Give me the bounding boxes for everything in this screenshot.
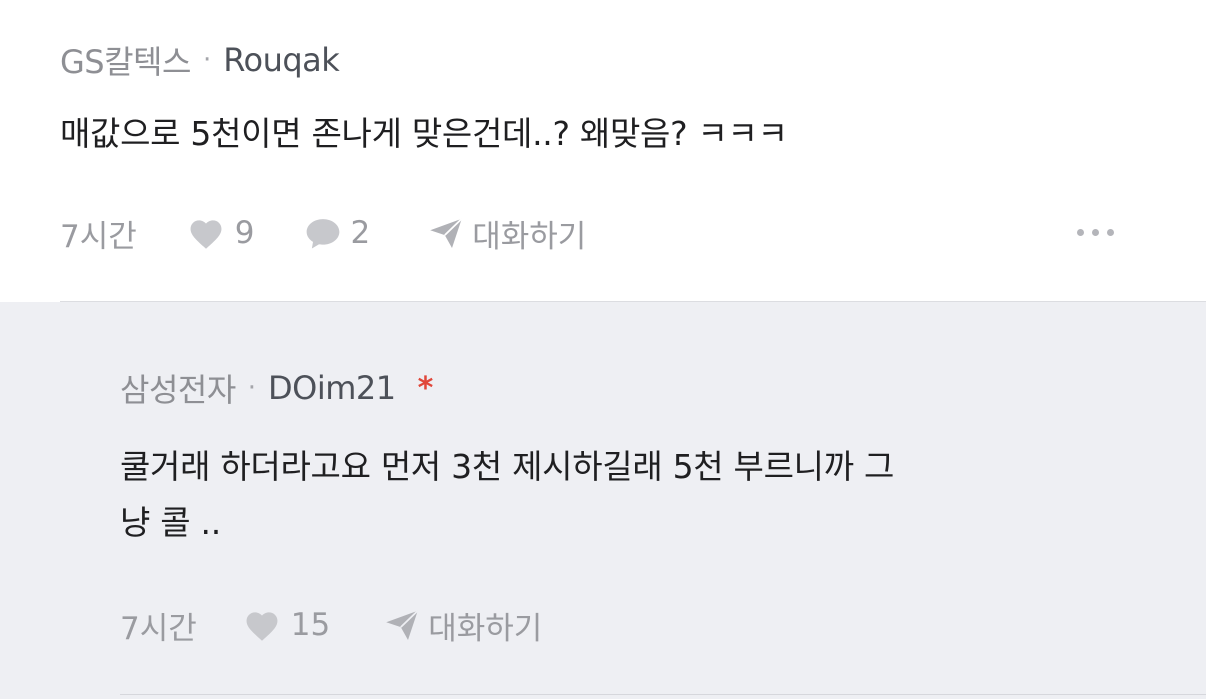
more-dot [1092, 229, 1099, 236]
comment-actions: 7시간 9 2 대화하기 [60, 208, 586, 258]
reply-count: 2 [350, 215, 371, 251]
author-badge: * [417, 370, 434, 406]
author-company[interactable]: GS칼텍스 [60, 37, 191, 83]
chat-button[interactable]: 대화하기 [428, 211, 586, 256]
chat-label: 대화하기 [472, 218, 587, 255]
paper-plane-icon [430, 218, 463, 248]
like-button[interactable]: 15 [243, 607, 330, 643]
author-nickname[interactable]: Rouqak [223, 41, 340, 79]
reply-text-line: 냥 콜 .. [120, 503, 221, 542]
chat-label: 대화하기 [428, 610, 543, 647]
reply-button[interactable]: 2 [303, 215, 371, 251]
more-dot [1107, 229, 1114, 236]
author-company[interactable]: 삼성전자 [120, 365, 236, 411]
author-nickname[interactable]: DOim21 [268, 369, 396, 407]
comment-card: GS칼텍스 · Rouqak 매값으로 5천이면 존나게 맞은건데..? 왜맞음… [0, 0, 1206, 301]
reply-text-line: 쿨거래 하더라고요 먼저 3천 제시하길래 5천 부르니까 그 [120, 447, 895, 486]
reply-card: 삼성전자 · DOim21 * 쿨거래 하더라고요 먼저 3천 제시하길래 5천… [0, 302, 1206, 699]
comment-header: GS칼텍스 · Rouqak [60, 36, 340, 84]
heart-icon [246, 612, 278, 641]
like-count: 15 [290, 607, 331, 643]
reply-text: 쿨거래 하더라고요 먼저 3천 제시하길래 5천 부르니까 그 냥 콜 .. [120, 439, 894, 551]
like-count: 9 [234, 215, 255, 251]
divider [120, 694, 1206, 695]
timestamp: 7시간 [120, 610, 197, 647]
like-button[interactable]: 9 [187, 215, 255, 251]
more-dots-icon [1077, 229, 1084, 236]
heart-icon [190, 220, 222, 249]
reply-actions: 7시간 15 대화하기 [120, 600, 542, 650]
timestamp: 7시간 [60, 218, 137, 255]
comment-text: 매값으로 5천이면 존나게 맞은건데..? 왜맞음? ㅋㅋㅋ [60, 114, 788, 153]
separator-dot: · [202, 45, 212, 75]
paper-plane-icon [386, 610, 419, 640]
more-options-button[interactable] [1077, 229, 1122, 236]
chat-button[interactable]: 대화하기 [384, 603, 542, 648]
separator-dot: · [247, 373, 257, 403]
reply-header: 삼성전자 · DOim21 * [120, 364, 433, 412]
speech-bubble-icon [306, 219, 339, 249]
